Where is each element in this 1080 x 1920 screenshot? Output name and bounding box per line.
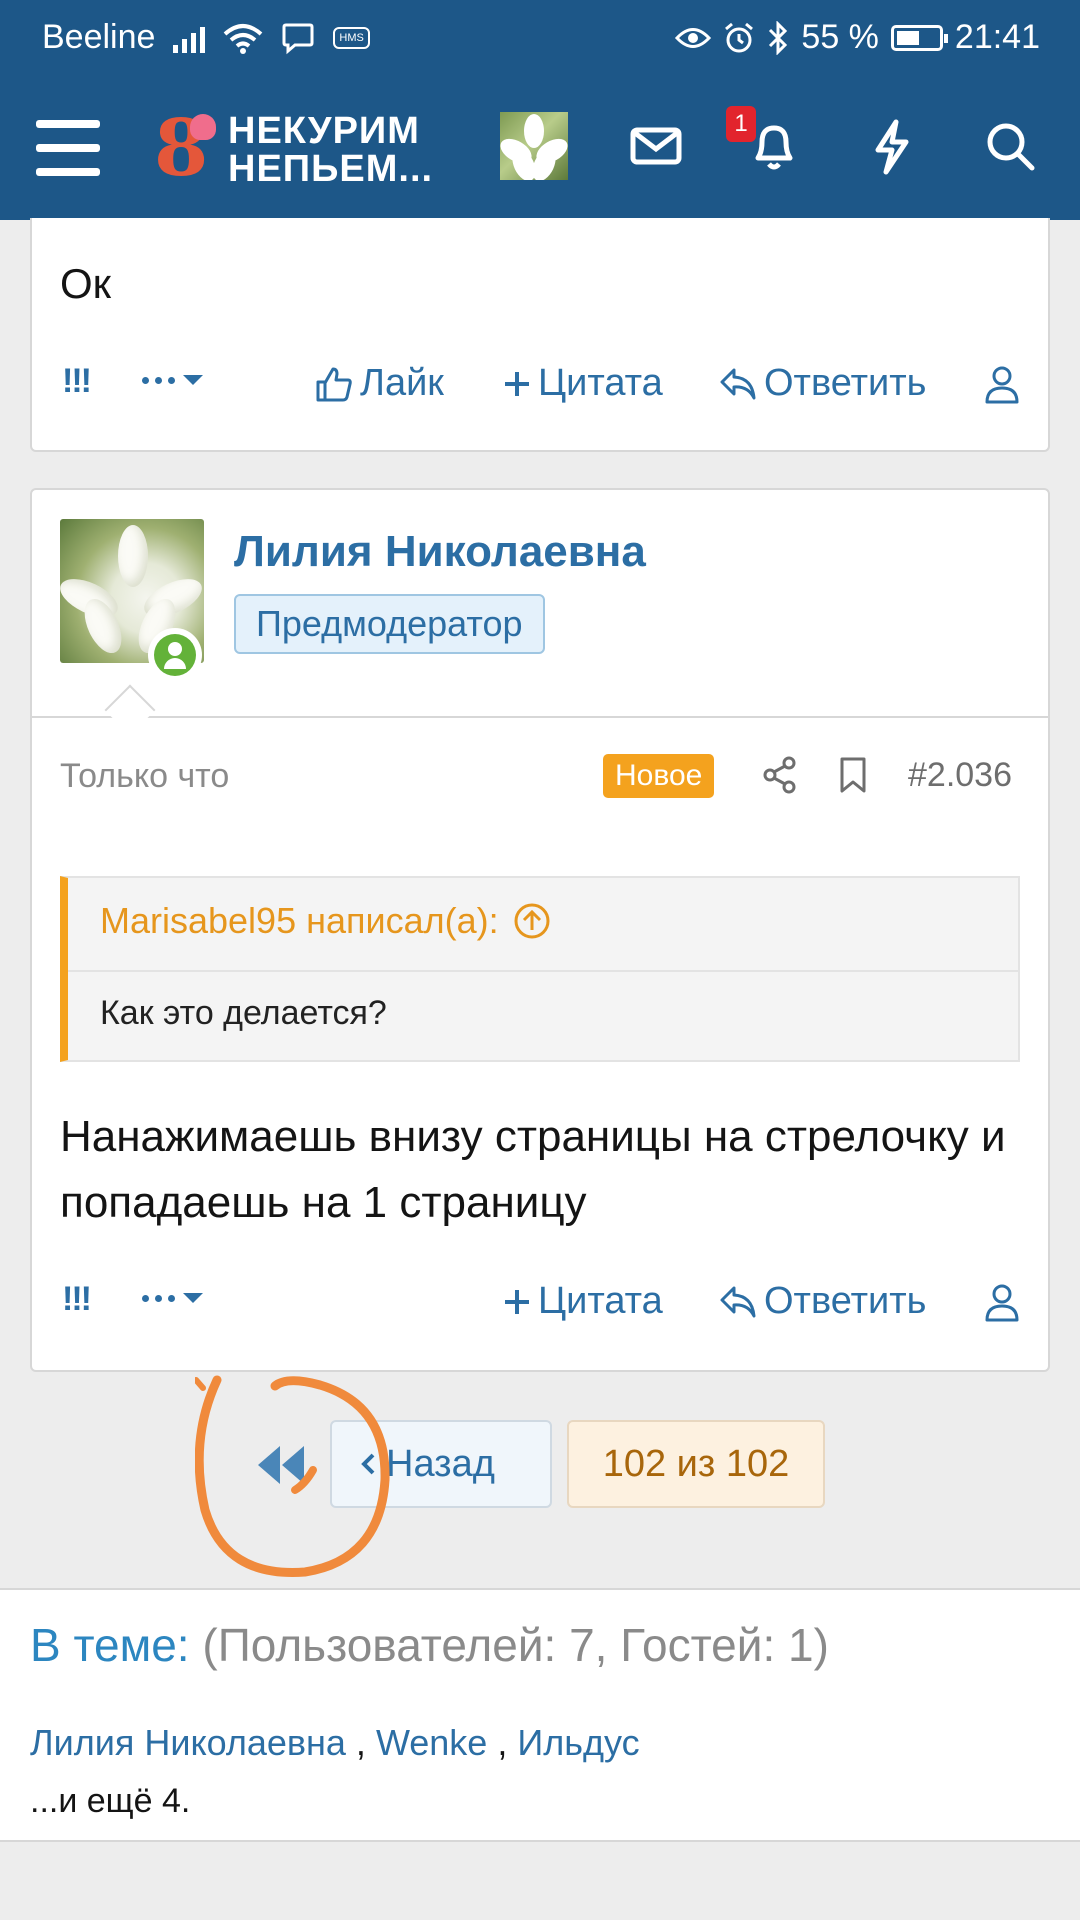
quote-header[interactable]: Marisabel95 написал(а): [100, 900, 551, 942]
separator: , [345, 1722, 376, 1763]
menu-icon[interactable] [36, 120, 100, 176]
like-button[interactable]: Лайк [314, 362, 444, 405]
lightning-icon[interactable] [862, 116, 922, 176]
post-text: Ок [60, 260, 112, 307]
report-button[interactable]: !!! [62, 1280, 92, 1319]
quote-block: Marisabel95 написал(а): Как это делается… [60, 876, 1020, 1062]
more-users-text: ...и ещё 4. [30, 1782, 191, 1820]
online-user-link[interactable]: Wenke [376, 1722, 487, 1763]
post-number[interactable]: #2.036 [908, 756, 1012, 795]
viber-icon [282, 23, 314, 54]
eye-icon [675, 27, 712, 48]
quote-author: Marisabel95 написал(а): [100, 900, 499, 941]
new-badge: Новое [603, 754, 715, 798]
online-user-link[interactable]: Лилия Николаевна [30, 1722, 346, 1763]
signal-icon [173, 23, 206, 53]
online-user-link[interactable]: Ильдус [517, 1722, 639, 1763]
clock: 21:41 [954, 18, 1040, 56]
chevron-down-icon [183, 375, 203, 385]
online-title: В теме: (Пользователей: 7, Гостей: 1) [30, 1618, 829, 1672]
online-users-list: Лилия Николаевна , Wenke , Ильдус [30, 1722, 640, 1764]
app-header: 8 НЕКУРИМ НЕПЬЕМ... [0, 76, 1080, 220]
hand-drawn-circle-annotation [195, 1375, 390, 1577]
status-bar: Beeline HMS 55 % 21:41 [0, 0, 1080, 76]
reply-arrow-icon [720, 368, 756, 399]
online-title-label[interactable]: В теме: [30, 1619, 190, 1671]
search-icon[interactable] [980, 116, 1040, 176]
user-icon[interactable] [984, 1282, 1020, 1322]
page-indicator[interactable]: 102 из 102 [567, 1420, 825, 1508]
quote-divider [68, 970, 1018, 972]
reply-button[interactable]: Ответить [718, 362, 926, 405]
share-icon[interactable] [762, 756, 798, 794]
quote-text: Как это делается? [100, 994, 387, 1032]
author-name[interactable]: Лилия Николаевна [234, 527, 646, 577]
user-avatar[interactable] [500, 112, 568, 180]
like-label: Лайк [360, 362, 444, 404]
report-button[interactable]: !!! [62, 362, 92, 401]
post-card-previous [30, 218, 1050, 452]
plus-icon [505, 1289, 529, 1314]
quote-label: Цитата [538, 362, 663, 404]
post-time[interactable]: Только что [60, 757, 229, 796]
chevron-down-icon [183, 1293, 203, 1303]
more-actions-button[interactable] [142, 372, 205, 388]
post-body: Нанажимаешь внизу страницы на стрелочку … [60, 1112, 1006, 1227]
divider [30, 716, 1050, 718]
arrow-up-circle-icon [514, 903, 550, 939]
battery-icon [890, 24, 948, 51]
quote-button[interactable]: Цитата [502, 1280, 663, 1323]
logo-line-1: НЕКУРИМ [228, 110, 420, 152]
reply-label: Ответить [764, 1280, 927, 1322]
plus-icon [505, 371, 529, 396]
alarm-icon [725, 22, 754, 52]
quote-button[interactable]: Цитата [502, 362, 663, 405]
logo-text: НЕКУРИМ НЕПЬЕМ... [228, 112, 433, 188]
reply-arrow-icon [720, 1286, 756, 1317]
battery-percent: 55 % [801, 18, 879, 56]
reply-button[interactable]: Ответить [718, 1280, 926, 1323]
logo-line-2: НЕПЬЕМ... [228, 148, 434, 190]
separator: , [487, 1722, 518, 1763]
bookmark-icon[interactable] [838, 756, 868, 794]
user-icon[interactable] [984, 364, 1020, 404]
thumb-up-icon [316, 367, 352, 401]
reply-label: Ответить [764, 362, 927, 404]
site-logo[interactable]: 8 НЕКУРИМ НЕПЬЕМ... [150, 104, 440, 194]
online-indicator-icon [148, 628, 202, 682]
notification-badge: 1 [726, 106, 756, 142]
tulip-icon [190, 114, 216, 140]
quote-label: Цитата [538, 1280, 663, 1322]
wifi-icon [224, 23, 263, 54]
online-stats: (Пользователей: 7, Гостей: 1) [202, 1619, 829, 1671]
carrier-label: Beeline [42, 18, 156, 56]
more-actions-button[interactable] [142, 1290, 205, 1306]
bluetooth-icon [769, 20, 788, 55]
user-role-badge: Предмодератор [234, 594, 545, 654]
hms-icon: HMS [333, 26, 370, 49]
envelope-icon[interactable] [626, 116, 686, 176]
